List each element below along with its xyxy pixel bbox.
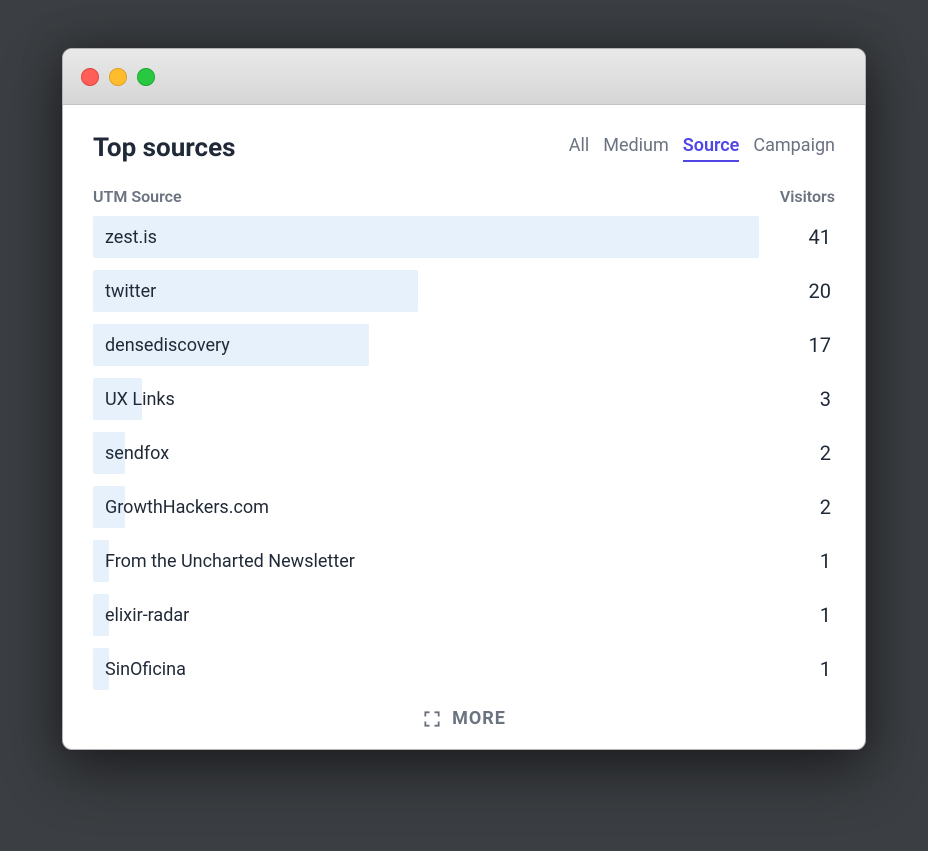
source-row[interactable]: GrowthHackers.com 2 xyxy=(93,486,835,528)
tab-source[interactable]: Source xyxy=(683,135,740,162)
bar-track: elixir-radar xyxy=(93,594,759,636)
source-name: densediscovery xyxy=(105,324,230,366)
top-sources-card: Top sources All Medium Source Campaign UTM … xyxy=(63,105,865,749)
bar-track: twitter xyxy=(93,270,759,312)
visitor-count: 2 xyxy=(759,495,835,519)
visitor-count: 2 xyxy=(759,441,835,465)
bar-track: sendfox xyxy=(93,432,759,474)
source-row[interactable]: From the Uncharted Newsletter 1 xyxy=(93,540,835,582)
more-button[interactable]: MORE xyxy=(93,708,835,729)
source-name: GrowthHackers.com xyxy=(105,486,269,528)
column-headers: UTM Source Visitors xyxy=(93,187,835,206)
source-row[interactable]: SinOficina 1 xyxy=(93,648,835,690)
window-minimize-button[interactable] xyxy=(109,68,127,86)
visitor-count: 1 xyxy=(759,657,835,681)
column-header-visitors: Visitors xyxy=(780,187,835,206)
bar-track: densediscovery xyxy=(93,324,759,366)
source-row[interactable]: UX Links 3 xyxy=(93,378,835,420)
visitor-count: 20 xyxy=(759,279,835,303)
visitor-count: 1 xyxy=(759,603,835,627)
source-name: SinOficina xyxy=(105,648,186,690)
visitor-count: 17 xyxy=(759,333,835,357)
window-close-button[interactable] xyxy=(81,68,99,86)
bar-track: SinOficina xyxy=(93,648,759,690)
source-row[interactable]: sendfox 2 xyxy=(93,432,835,474)
more-label: MORE xyxy=(452,708,506,729)
app-window: Top sources All Medium Source Campaign UTM … xyxy=(62,48,866,750)
source-name: UX Links xyxy=(105,378,175,420)
bar-track: From the Uncharted Newsletter xyxy=(93,540,759,582)
source-row[interactable]: densediscovery 17 xyxy=(93,324,835,366)
bar-fill xyxy=(93,216,759,258)
visitor-count: 41 xyxy=(759,225,835,249)
source-row[interactable]: zest.is 41 xyxy=(93,216,835,258)
titlebar xyxy=(63,49,865,105)
source-name: elixir-radar xyxy=(105,594,189,636)
tab-campaign[interactable]: Campaign xyxy=(753,135,835,162)
source-name: sendfox xyxy=(105,432,169,474)
bar-track: UX Links xyxy=(93,378,759,420)
tab-medium[interactable]: Medium xyxy=(603,135,669,162)
source-row[interactable]: twitter 20 xyxy=(93,270,835,312)
source-tabs: All Medium Source Campaign xyxy=(569,135,835,162)
source-name: From the Uncharted Newsletter xyxy=(105,540,355,582)
bar-track: GrowthHackers.com xyxy=(93,486,759,528)
source-list: zest.is 41 twitter 20 densediscovery 17 UX Lin… xyxy=(93,216,835,690)
bar-track: zest.is xyxy=(93,216,759,258)
tab-all[interactable]: All xyxy=(569,135,590,162)
card-title: Top sources xyxy=(93,133,236,163)
column-header-source: UTM Source xyxy=(93,187,182,206)
source-name: twitter xyxy=(105,270,156,312)
window-maximize-button[interactable] xyxy=(137,68,155,86)
visitor-count: 3 xyxy=(759,387,835,411)
card-header: Top sources All Medium Source Campaign xyxy=(93,133,835,163)
expand-icon xyxy=(422,709,442,729)
visitor-count: 1 xyxy=(759,549,835,573)
source-row[interactable]: elixir-radar 1 xyxy=(93,594,835,636)
source-name: zest.is xyxy=(105,216,157,258)
